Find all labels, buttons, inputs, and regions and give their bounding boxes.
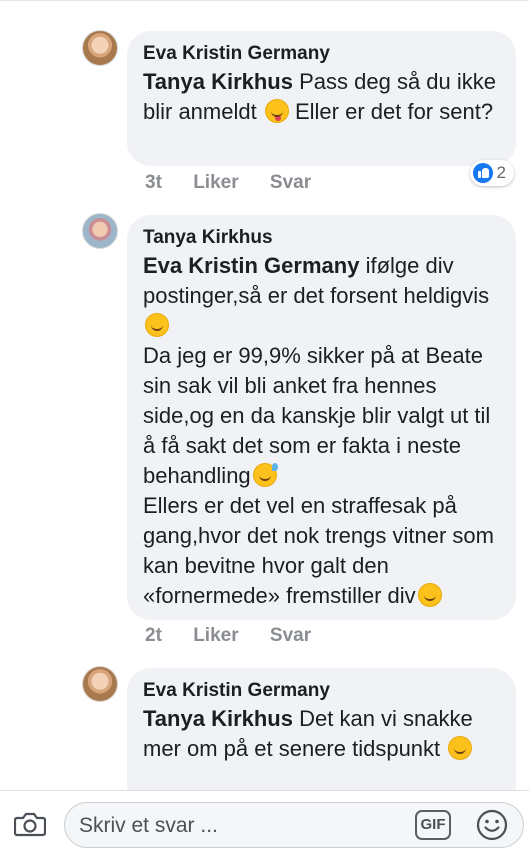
comment-body-continued: Eller er det for sent? — [294, 99, 494, 124]
reply-button[interactable]: Svar — [270, 172, 311, 194]
comment-author[interactable]: Tanya Kirkhus — [143, 225, 500, 251]
avatar[interactable] — [82, 213, 118, 249]
emoji-picker-icon[interactable] — [475, 808, 509, 842]
reply-input-box: GIF — [64, 802, 524, 848]
mention-link[interactable]: Tanya Kirkhus — [143, 69, 293, 94]
comment-actions: 2t Liker Svar — [145, 625, 337, 647]
comment-author[interactable]: Eva Kristin Germany — [143, 41, 500, 67]
like-reaction-icon — [472, 163, 493, 183]
comment-time[interactable]: 3t — [145, 172, 162, 194]
smiling-emoji-icon — [448, 736, 473, 760]
comment-body: Da jeg er 99,9% sikker på at Beate sin s… — [143, 343, 491, 488]
comment-actions: 3t Liker Svar — [145, 172, 337, 194]
mention-link[interactable]: Eva Kristin Germany — [143, 253, 359, 278]
comment-text: Tanya Kirkhus Det kan vi snakke mer om p… — [143, 704, 500, 764]
gif-button[interactable]: GIF — [415, 810, 451, 840]
comment-bubble: Eva Kristin Germany Tanya Kirkhus Det ka… — [127, 668, 516, 790]
like-button[interactable]: Liker — [193, 625, 238, 647]
tongue-emoji-icon — [264, 99, 289, 123]
comment-text: Eva Kristin Germany ifølge div postinger… — [143, 251, 500, 611]
avatar[interactable] — [82, 666, 118, 702]
comment-author[interactable]: Eva Kristin Germany — [143, 678, 500, 704]
reaction-summary[interactable]: 2 — [469, 160, 514, 186]
divider — [0, 0, 529, 1]
reply-composer: GIF — [0, 790, 529, 858]
comment-bubble: Eva Kristin Germany Tanya Kirkhus Pass d… — [127, 31, 516, 166]
comment-thread: Eva Kristin Germany Tanya Kirkhus Pass d… — [0, 0, 529, 790]
reply-button[interactable]: Svar — [270, 625, 311, 647]
comment-text: Tanya Kirkhus Pass deg så du ikke blir a… — [143, 67, 500, 127]
smiling-emoji-icon — [145, 313, 169, 337]
reaction-count: 2 — [496, 163, 506, 182]
like-button[interactable]: Liker — [193, 172, 238, 194]
reply-input[interactable] — [79, 811, 379, 841]
camera-icon[interactable] — [14, 811, 46, 837]
avatar[interactable] — [82, 30, 118, 66]
comment-time[interactable]: 2t — [145, 625, 162, 647]
sweat-smile-emoji-icon — [252, 463, 278, 487]
mention-link[interactable]: Tanya Kirkhus — [143, 706, 293, 731]
comment-bubble: Tanya Kirkhus Eva Kristin Germany ifølge… — [127, 215, 516, 620]
wink-emoji-icon — [417, 583, 442, 607]
